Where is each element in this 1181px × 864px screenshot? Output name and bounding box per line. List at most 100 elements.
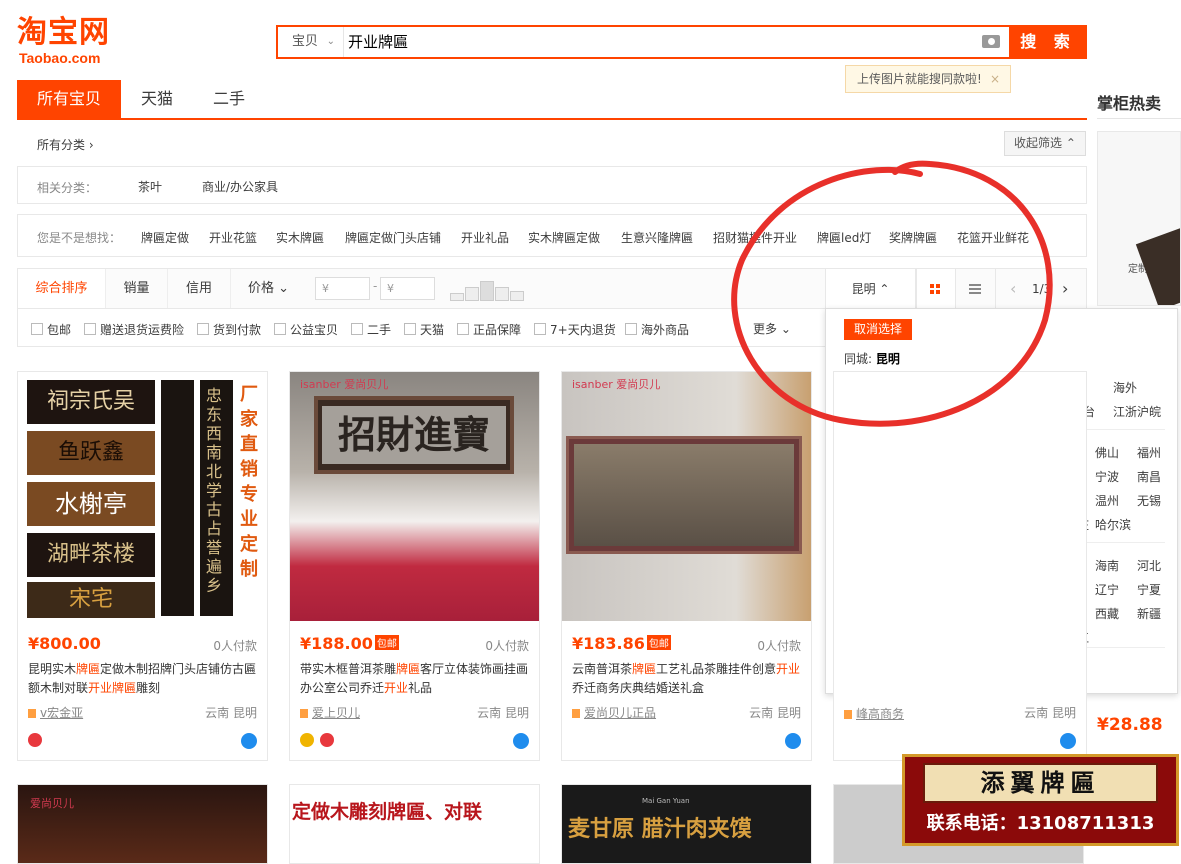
sort-credit[interactable]: 信用: [168, 269, 231, 308]
product-card[interactable]: 爱尚贝儿: [17, 784, 268, 864]
cancel-selection-button[interactable]: 取消选择: [844, 319, 912, 340]
product-title[interactable]: 昆明实木牌匾定做木制招牌门头店铺仿古匾额木制对联开业牌匾雕刻: [28, 660, 260, 698]
suggestion-link[interactable]: 奖牌牌匾: [889, 229, 937, 246]
search-input[interactable]: [348, 27, 958, 57]
ad-banner[interactable]: 添翼牌匾 联系电话：13108711313: [902, 754, 1179, 846]
related-item[interactable]: 茶叶: [138, 178, 162, 195]
city-option[interactable]: 温州: [1095, 492, 1119, 509]
wangwang-chat-icon[interactable]: [241, 733, 257, 749]
shop-link[interactable]: v宏金亚: [28, 704, 83, 721]
list-view-button[interactable]: [956, 268, 996, 309]
all-categories-link[interactable]: 所有分类 ›: [37, 136, 94, 153]
tab-second-hand[interactable]: 二手: [193, 80, 265, 118]
product-card[interactable]: isanber 爱尚贝儿 招財進寶 ¥188.00 包邮 0人付款 带实木框普洱茶…: [289, 371, 540, 761]
next-page-button[interactable]: ›: [1062, 269, 1068, 309]
filter-checkbox[interactable]: 货到付款: [197, 321, 261, 338]
suggestion-link[interactable]: 牌匾定做: [141, 229, 189, 246]
product-image[interactable]: isanber 爱尚贝儿 招財進寶: [290, 372, 539, 621]
product-image[interactable]: 祠宗氏吴 鱼跃鑫 水榭亭 湖畔茶楼 宋宅 忠东西南北学古占誉遍乡 厂家直销 专业…: [18, 372, 267, 621]
camera-icon[interactable]: [982, 35, 1000, 48]
taobao-logo-en[interactable]: Taobao.com: [19, 50, 100, 66]
suggestion-link[interactable]: 开业花篮: [209, 229, 257, 246]
suggestion-link[interactable]: 开业礼品: [461, 229, 509, 246]
city-option[interactable]: 南昌: [1137, 468, 1161, 485]
city-option[interactable]: 佛山: [1095, 444, 1119, 461]
flower-badge-icon[interactable]: [28, 733, 42, 747]
suggestion-link[interactable]: 生意兴隆牌匾: [621, 229, 693, 246]
page-indicator: 1/3: [1032, 282, 1052, 296]
sidebar-divider: [1097, 118, 1181, 119]
suggestion-link[interactable]: 牌匾led灯: [817, 229, 871, 246]
related-categories-row: 相关分类： 茶叶 商业/办公家具: [17, 166, 1087, 204]
product-title[interactable]: 云南普洱茶牌匾工艺礼品茶雕挂件创意开业乔迁商务庆典结婚送礼盒: [572, 660, 804, 698]
product-card[interactable]: 定做木雕刻牌匾、对联: [289, 784, 540, 864]
price-value: ¥183.86: [572, 634, 645, 653]
same-city-value[interactable]: 昆明: [876, 352, 900, 366]
price-min-input[interactable]: ¥: [315, 277, 370, 300]
wangwang-chat-icon[interactable]: [1060, 733, 1076, 749]
search-type-select[interactable]: 宝贝 ⌄: [278, 27, 344, 57]
city-option[interactable]: 江浙沪皖: [1113, 403, 1161, 420]
shop-link[interactable]: 爱尚贝儿正品: [572, 704, 656, 721]
suggestion-link[interactable]: 招财猫摆件开业: [713, 229, 797, 246]
product-title[interactable]: 带实木框普洱茶雕牌匾客厅立体装饰画挂画办公室公司乔迁开业礼品: [300, 660, 532, 698]
filter-checkbox[interactable]: 海外商品: [625, 321, 689, 338]
filter-checkbox[interactable]: 二手: [351, 321, 391, 338]
city-option[interactable]: 宁夏: [1137, 581, 1161, 598]
sort-price[interactable]: 价格 ⌄: [231, 269, 306, 308]
search-button[interactable]: 搜 索: [1009, 25, 1087, 59]
filter-checkbox[interactable]: 包邮: [31, 321, 71, 338]
product-card[interactable]: 峰高商务 云南 昆明: [833, 371, 1087, 761]
price-max-input[interactable]: ¥: [380, 277, 435, 300]
suggestion-link[interactable]: 实木牌匾定做: [528, 229, 600, 246]
tab-all-items[interactable]: 所有宝贝: [17, 80, 121, 118]
city-option[interactable]: 无锡: [1137, 492, 1161, 509]
wangwang-chat-icon[interactable]: [513, 733, 529, 749]
filter-checkbox[interactable]: 公益宝贝: [274, 321, 338, 338]
filter-checkbox[interactable]: 正品保障: [457, 321, 521, 338]
city-option[interactable]: 西藏: [1095, 605, 1119, 622]
price-range-chart[interactable]: [450, 279, 528, 301]
taobao-logo[interactable]: 淘宝网: [17, 16, 110, 50]
filter-checkbox[interactable]: 赠送退货运费险: [84, 321, 184, 338]
product-card[interactable]: Mai Gan Yuan 麦甘原 腊汁肉夹馍: [561, 784, 812, 864]
product-price: ¥188.00 包邮: [300, 634, 399, 653]
product-image[interactable]: isanber 爱尚贝儿: [562, 372, 811, 621]
city-option[interactable]: 河北: [1137, 557, 1161, 574]
flower-badge-icon[interactable]: [320, 733, 334, 747]
related-item[interactable]: 商业/办公家具: [202, 178, 278, 195]
suggestion-link[interactable]: 实木牌匾: [276, 229, 324, 246]
sort-default[interactable]: 综合排序: [18, 269, 106, 308]
city-option[interactable]: 新疆: [1137, 605, 1161, 622]
product-card[interactable]: isanber 爱尚贝儿 ¥183.86 包邮 0人付款 云南普洱茶牌匾工艺礼品茶…: [561, 371, 812, 761]
sidebar-product-image[interactable]: 定制长: [1097, 131, 1181, 306]
sort-sales[interactable]: 销量: [106, 269, 168, 308]
city-option[interactable]: 海南: [1095, 557, 1119, 574]
sold-count: 0人付款: [485, 639, 529, 653]
grid-view-button[interactable]: [916, 268, 956, 309]
more-filters-link[interactable]: 更多 ⌄: [753, 320, 791, 337]
filter-checkbox[interactable]: 7+天内退货: [534, 321, 616, 338]
tabs-underline: [17, 118, 1087, 120]
filter-checkbox[interactable]: 天猫: [404, 321, 444, 338]
tab-tmall[interactable]: 天猫: [121, 80, 193, 118]
gold-badge-icon[interactable]: [300, 733, 314, 747]
title-part: 云南普洱茶: [572, 662, 633, 676]
suggestion-link[interactable]: 花篮开业鲜花: [957, 229, 1029, 246]
city-option[interactable]: 宁波: [1095, 468, 1119, 485]
city-option[interactable]: 哈尔滨: [1095, 516, 1131, 533]
city-option[interactable]: 福州: [1137, 444, 1161, 461]
city-option[interactable]: 海外: [1113, 379, 1137, 396]
shop-link[interactable]: 峰高商务: [844, 705, 904, 722]
location-button[interactable]: 昆明 ⌃: [825, 268, 916, 309]
prev-page-button[interactable]: ‹: [1010, 269, 1016, 309]
suggestion-link[interactable]: 牌匾定做门头店铺: [345, 229, 441, 246]
shop-link[interactable]: 爱上贝儿: [300, 704, 360, 721]
sign-text: 祠宗氏吴: [46, 389, 135, 414]
collapse-filter-button[interactable]: 收起筛选 ⌃: [1004, 131, 1086, 156]
sidebar-title: 掌柜热卖: [1097, 94, 1162, 113]
wangwang-chat-icon[interactable]: [785, 733, 801, 749]
product-card[interactable]: 祠宗氏吴 鱼跃鑫 水榭亭 湖畔茶楼 宋宅 忠东西南北学古占誉遍乡 厂家直销 专业…: [17, 371, 268, 761]
city-option[interactable]: 辽宁: [1095, 581, 1119, 598]
close-icon[interactable]: ×: [990, 66, 1000, 92]
